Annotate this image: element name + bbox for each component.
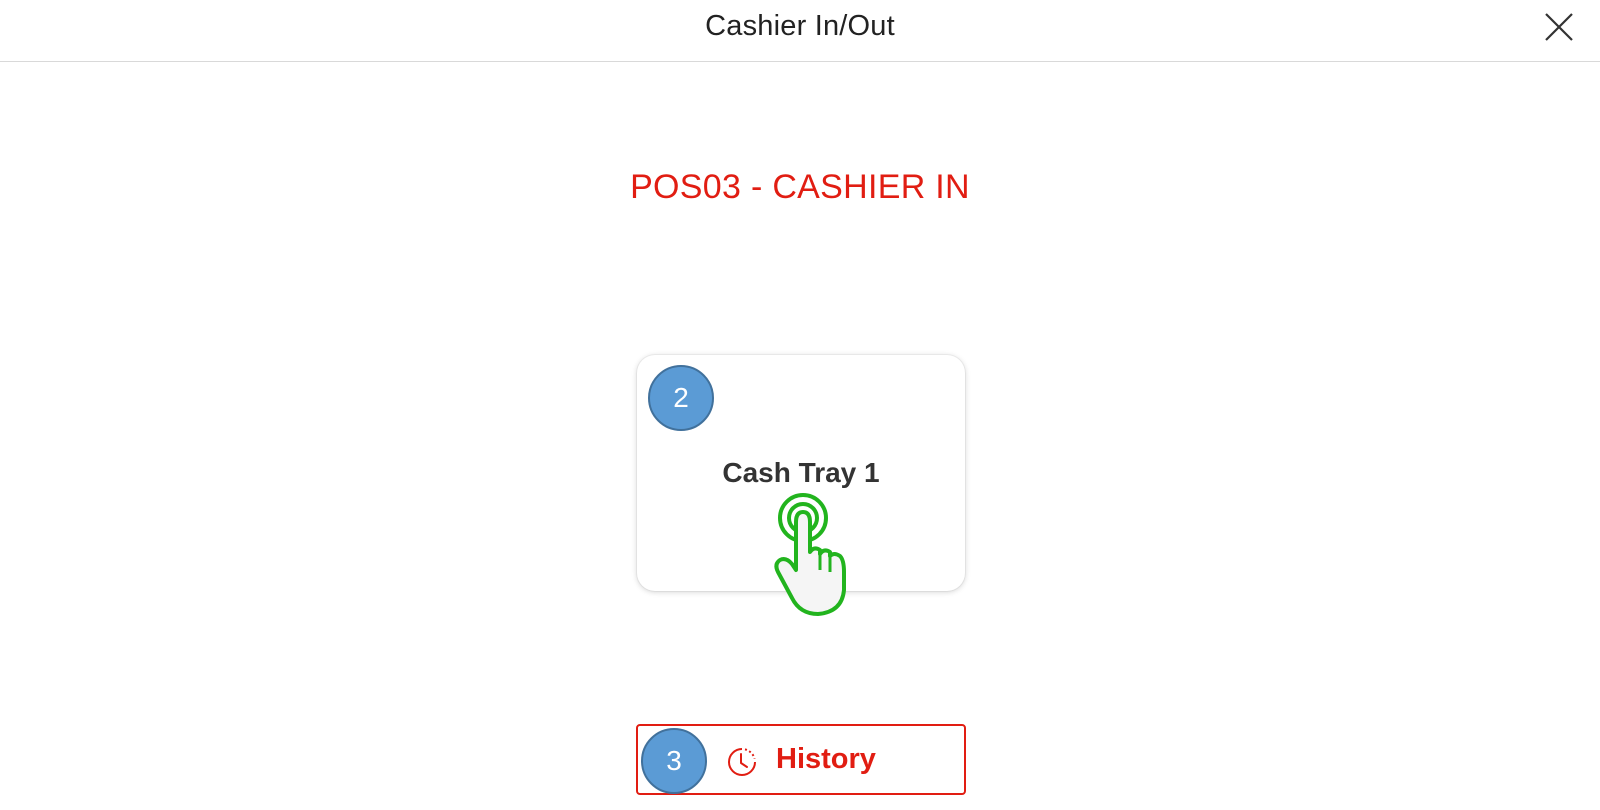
station-title: POS03 - CASHIER IN [630, 168, 970, 206]
step-badge: 3 [641, 728, 707, 794]
cash-tray-label: Cash Tray 1 [722, 457, 880, 488]
close-icon [1545, 13, 1573, 41]
history-label: History [776, 743, 876, 775]
header-bar: Cashier In/Out [0, 0, 1600, 62]
window-title: Cashier In/Out [705, 10, 895, 42]
close-button[interactable] [1540, 8, 1578, 46]
tap-hand-icon [774, 493, 846, 616]
clock-history-icon [728, 748, 756, 776]
step-badge: 2 [648, 365, 714, 431]
